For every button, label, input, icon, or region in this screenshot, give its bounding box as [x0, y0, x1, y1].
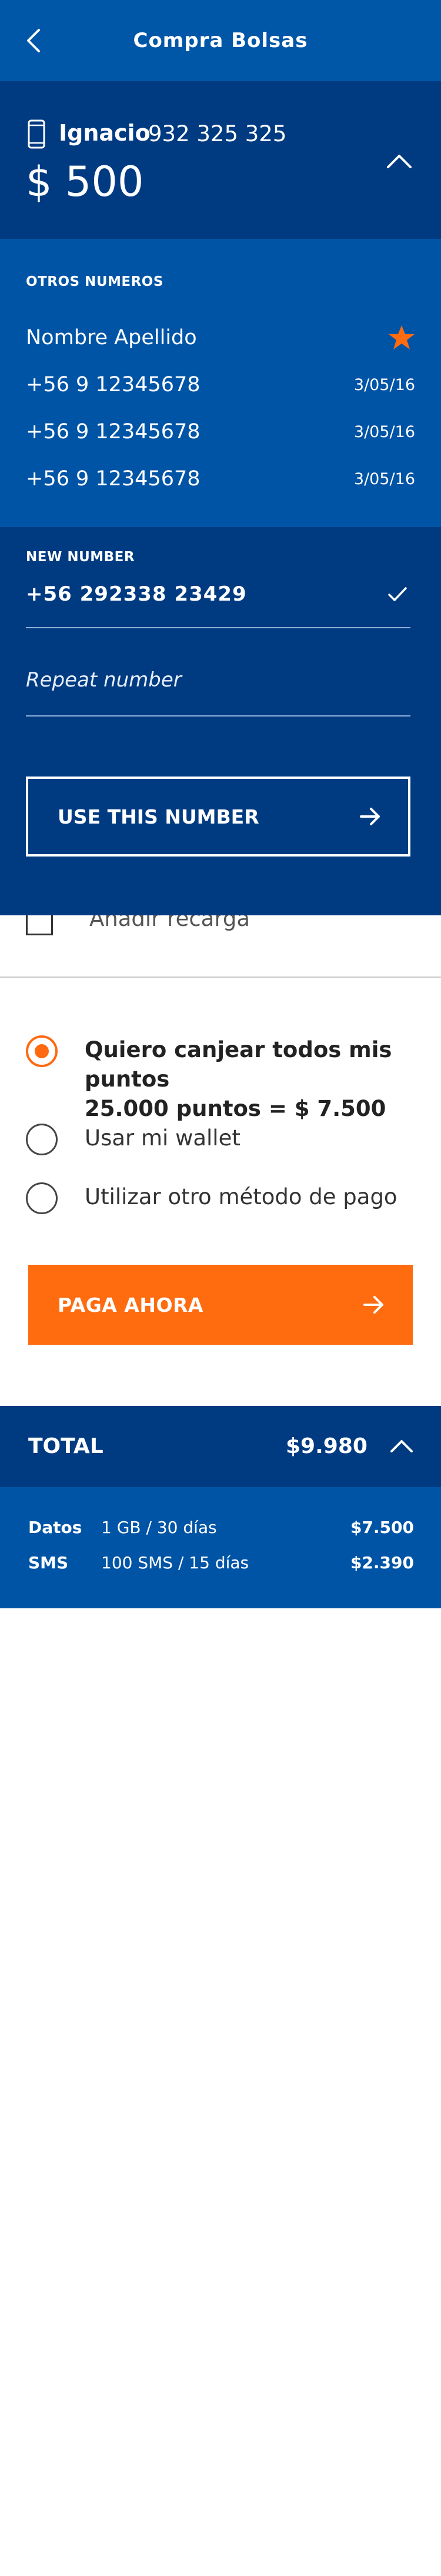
check-icon	[388, 587, 407, 601]
divider	[0, 977, 441, 978]
account-name: Ignacio	[59, 120, 151, 146]
payment-option-label: Quiero canjear todos mis puntos 25.000 p…	[85, 1035, 426, 1124]
input-underline	[26, 627, 410, 628]
contact-row[interactable]: +56 9 12345678 3/05/16	[26, 462, 415, 495]
contact-number: +56 9 12345678	[26, 373, 201, 396]
detail-row: SMS 100 SMS / 15 días $2.390	[28, 1553, 414, 1577]
use-this-number-button[interactable]: USE THIS NUMBER	[26, 777, 410, 857]
payment-option-line2: 25.000 puntos = $ 7.500	[85, 1096, 386, 1121]
detail-type: SMS	[28, 1553, 69, 1572]
chevron-up-icon	[390, 1440, 413, 1452]
page-title: Compra Bolsas	[133, 29, 308, 52]
payment-option-label: Utilizar otro método de pago	[85, 1184, 397, 1209]
pay-now-label: PAGA AHORA	[58, 1293, 203, 1317]
app-header: Compra Bolsas	[0, 0, 441, 81]
contact-date: 3/05/16	[353, 375, 415, 394]
new-number-label: NEW NUMBER	[26, 549, 135, 565]
total-bar: TOTAL $9.980	[0, 1406, 441, 1487]
input-underline	[26, 715, 410, 717]
repeat-number-input[interactable]: Repeat number	[26, 668, 182, 692]
total-value: $9.980	[286, 1434, 368, 1458]
contact-date: 3/05/16	[353, 469, 415, 488]
payment-option-points[interactable]: Quiero canjear todos mis puntos 25.000 p…	[26, 1035, 426, 1121]
radio-selected[interactable]	[26, 1035, 58, 1067]
collapse-account-button[interactable]	[385, 147, 414, 176]
chevron-up-icon	[387, 155, 412, 168]
radio-unselected[interactable]	[26, 1124, 58, 1155]
other-numbers-label: OTROS NUMEROS	[26, 274, 163, 289]
contact-row[interactable]: Nombre Apellido	[26, 321, 415, 354]
detail-price: $7.500	[350, 1518, 414, 1537]
detail-row: Datos 1 GB / 30 días $7.500	[28, 1518, 414, 1541]
detail-price: $2.390	[350, 1553, 414, 1572]
detail-type: Datos	[28, 1518, 82, 1537]
contact-number: +56 9 12345678	[26, 467, 201, 491]
payment-option-line1: Quiero canjear todos mis puntos	[85, 1037, 392, 1092]
payment-option-other[interactable]: Utilizar otro método de pago	[26, 1182, 426, 1215]
contact-row[interactable]: +56 9 12345678 3/05/16	[26, 368, 415, 401]
payment-option-label: Usar mi wallet	[85, 1125, 240, 1151]
contact-row[interactable]: +56 9 12345678 3/05/16	[26, 415, 415, 448]
new-number-panel: NEW NUMBER +56 292338 23429 Repeat numbe…	[0, 527, 441, 915]
phone-icon	[28, 119, 45, 149]
contact-name: Nombre Apellido	[26, 326, 197, 349]
account-number: 932 325 325	[148, 121, 287, 146]
radio-unselected[interactable]	[26, 1182, 58, 1214]
contact-number: +56 9 12345678	[26, 420, 201, 444]
arrow-right-icon	[360, 808, 380, 825]
new-number-input[interactable]: +56 292338 23429	[26, 582, 247, 606]
payment-option-wallet[interactable]: Usar mi wallet	[26, 1124, 426, 1157]
account-summary: Ignacio 932 325 325 $ 500	[0, 81, 441, 239]
star-icon[interactable]	[388, 325, 415, 351]
detail-desc: 1 GB / 30 días	[101, 1518, 217, 1537]
total-label: TOTAL	[28, 1434, 103, 1458]
total-detail: Datos 1 GB / 30 días $7.500 SMS 100 SMS …	[0, 1487, 441, 1608]
account-balance: $ 500	[26, 158, 144, 206]
arrow-right-icon	[363, 1296, 383, 1314]
collapse-total-button[interactable]	[387, 1432, 416, 1461]
add-recharge-row[interactable]: Añadir recarga	[0, 915, 441, 952]
add-recharge-checkbox[interactable]	[26, 915, 53, 935]
contact-date: 3/05/16	[353, 422, 415, 441]
detail-desc: 100 SMS / 15 días	[101, 1553, 249, 1572]
add-recharge-label: Añadir recarga	[89, 915, 250, 931]
use-this-number-label: USE THIS NUMBER	[58, 805, 259, 828]
pay-now-button[interactable]: PAGA AHORA	[28, 1265, 413, 1345]
other-numbers-panel: OTROS NUMEROS Nombre Apellido +56 9 1234…	[0, 239, 441, 527]
